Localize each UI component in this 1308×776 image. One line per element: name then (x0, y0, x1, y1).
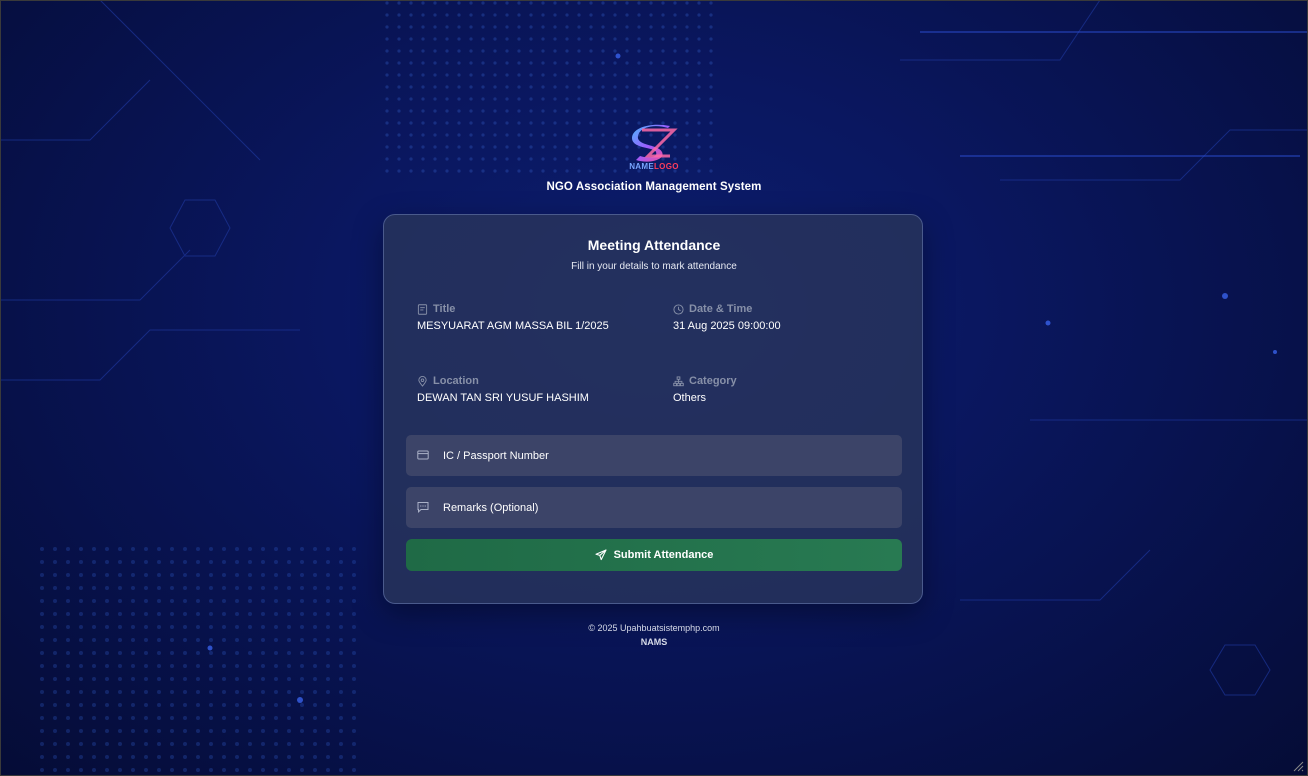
info-category: Category Others (673, 375, 893, 404)
info-location: Location DEWAN TAN SRI YUSUF HASHIM (417, 375, 637, 404)
attendance-card: Meeting Attendance Fill in your details … (383, 214, 923, 604)
info-location-value: DEWAN TAN SRI YUSUF HASHIM (417, 392, 589, 404)
logo-wordmark: NAMELOGO (618, 162, 690, 171)
comment-icon (417, 502, 429, 513)
info-title-label-row: Title (417, 303, 637, 315)
send-icon (595, 549, 607, 561)
info-datetime-value: 31 Aug 2025 09:00:00 (673, 320, 781, 332)
info-location-label-row: Location (417, 375, 637, 387)
logo-wordmark-part-a: NAME (629, 162, 654, 171)
submit-attendance-button[interactable]: Submit Attendance (406, 539, 902, 571)
info-title-value: MESYUARAT AGM MASSA BIL 1/2025 (417, 320, 609, 332)
clock-icon (673, 303, 684, 315)
info-location-label: Location (433, 375, 479, 387)
remarks-field (406, 487, 902, 528)
info-title-label: Title (433, 303, 456, 315)
ic-passport-input[interactable] (443, 435, 893, 476)
info-datetime-label: Date & Time (689, 303, 753, 315)
id-card-icon (417, 450, 429, 460)
system-name: NGO Association Management System (546, 181, 762, 193)
footer-copyright: © 2025 Upahbuatsistemphp.com (588, 623, 720, 633)
resize-grip-icon[interactable] (1292, 760, 1304, 772)
info-category-label-row: Category (673, 375, 893, 387)
logo-wordmark-part-b: LOGO (654, 162, 679, 171)
card-subtitle: Fill in your details to mark attendance (571, 261, 737, 272)
submit-attendance-label: Submit Attendance (613, 549, 714, 561)
info-datetime: Date & Time 31 Aug 2025 09:00:00 (673, 303, 893, 332)
info-datetime-label-row: Date & Time (673, 303, 893, 315)
info-category-label: Category (689, 375, 737, 387)
hierarchy-icon (673, 375, 684, 386)
footer-brand: NAMS (640, 637, 668, 647)
document-icon (417, 303, 428, 315)
info-title: Title MESYUARAT AGM MASSA BIL 1/2025 (417, 303, 637, 332)
card-title: Meeting Attendance (587, 237, 721, 253)
ic-passport-field (406, 435, 902, 476)
map-pin-icon (418, 375, 427, 387)
remarks-input[interactable] (443, 487, 893, 528)
info-category-value: Others (673, 392, 707, 404)
